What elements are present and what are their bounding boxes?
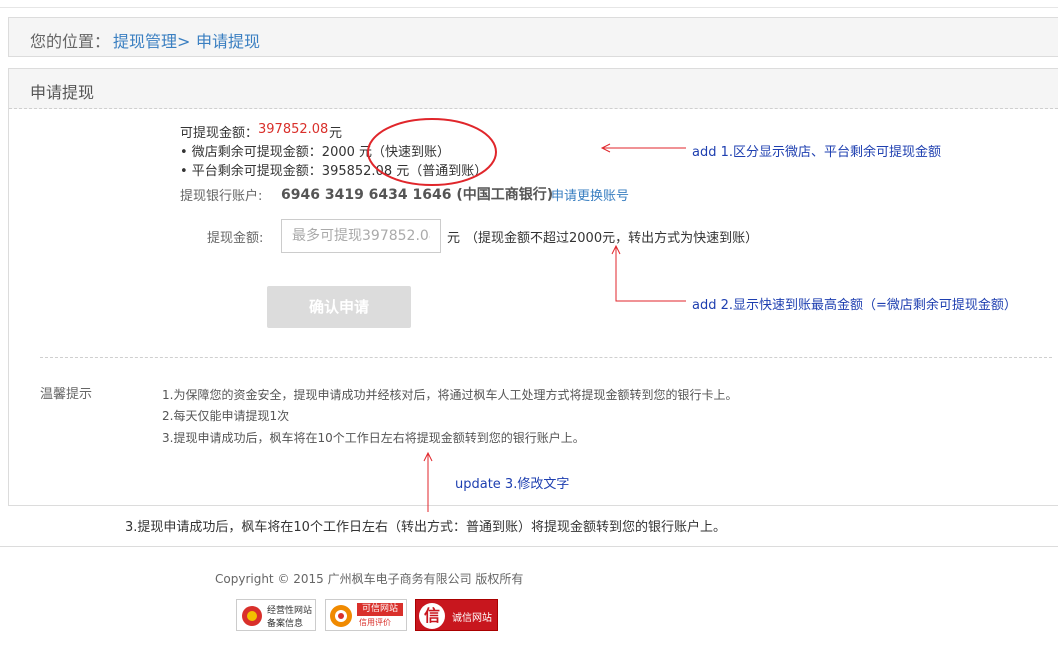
footer-divider [0, 546, 1058, 547]
breadcrumb-label: 您的位置： [30, 32, 111, 51]
credit-icon: 信 [419, 603, 445, 629]
weidian-balance-line: • 微店剩余可提现金额：2000 元（快速到账） [180, 145, 451, 160]
annotation-note-3: update 3.修改文字 [455, 477, 570, 492]
annotation-note-1: add 1.区分显示微店、平台剩余可提现金额 [692, 145, 942, 160]
revised-tip-text: 3.提现申请成功后，枫车将在10个工作日左右（转出方式：普通到账）将提现金额转到… [125, 520, 726, 535]
trusted-site-badge[interactable]: 可信网站 信用评价 [325, 599, 407, 631]
badge2-line2: 信用评价 [359, 618, 391, 627]
breadcrumb-link-apply-withdraw[interactable]: 申请提现 [196, 28, 260, 52]
trusted-site-icon [330, 605, 352, 627]
available-amount-unit: 元 [329, 126, 343, 141]
credit-site-badge[interactable]: 信 诚信网站 [415, 599, 498, 631]
available-amount-label: 可提现金额： [180, 126, 259, 141]
withdraw-amount-unit: 元 [447, 231, 461, 246]
badge1-line2: 备案信息 [267, 619, 304, 629]
annotation-note-2: add 2.显示快速到账最高金额（=微店剩余可提现金额） [692, 298, 1017, 313]
breadcrumb-link-withdraw-manage[interactable]: 提现管理> [113, 28, 190, 52]
tips-title: 温馨提示 [40, 387, 93, 402]
withdraw-amount-hint: （提现金额不超过2000元，转出方式为快速到账） [465, 231, 759, 246]
badge1-line1: 经营性网站 [267, 606, 313, 616]
available-amount-value: 397852.08 [258, 122, 329, 137]
bank-account-number: 6946 3419 6434 1646 (中国工商银行) [281, 187, 554, 203]
business-site-badge[interactable]: 经营性网站 备案信息 [236, 599, 316, 631]
panel-title: 申请提现 [30, 83, 95, 102]
withdraw-amount-input[interactable] [281, 219, 441, 253]
top-divider [0, 0, 1058, 8]
breadcrumb: 您的位置： 提现管理> 申请提现 [8, 17, 1058, 57]
badge2-line1: 可信网站 [357, 603, 403, 616]
tip-line-3: 3.提现申请成功后，枫车将在10个工作日左右将提现金额转到您的银行账户上。 [162, 431, 585, 445]
emblem-icon [242, 606, 262, 626]
badge3-text: 诚信网站 [452, 613, 492, 624]
bank-account-label: 提现银行账户: [180, 189, 263, 204]
change-account-link[interactable]: 申请更换账号 [551, 185, 629, 204]
confirm-apply-button[interactable]: 确认申请 [267, 286, 411, 328]
tips-divider [40, 357, 1052, 358]
tip-line-1: 1.为保障您的资金安全，提现申请成功并经核对后，将通过枫车人工处理方式将提现金额… [162, 388, 738, 402]
withdraw-amount-label: 提现金额: [207, 231, 264, 246]
platform-balance-line: • 平台剩余可提现金额：395852.08 元（普通到账） [180, 164, 488, 179]
tip-line-2: 2.每天仅能申请提现1次 [162, 409, 290, 423]
panel-header: 申请提现 [9, 69, 1058, 109]
footer-copyright: Copyright © 2015 广州枫车电子商务有限公司 版权所有 [215, 572, 524, 586]
